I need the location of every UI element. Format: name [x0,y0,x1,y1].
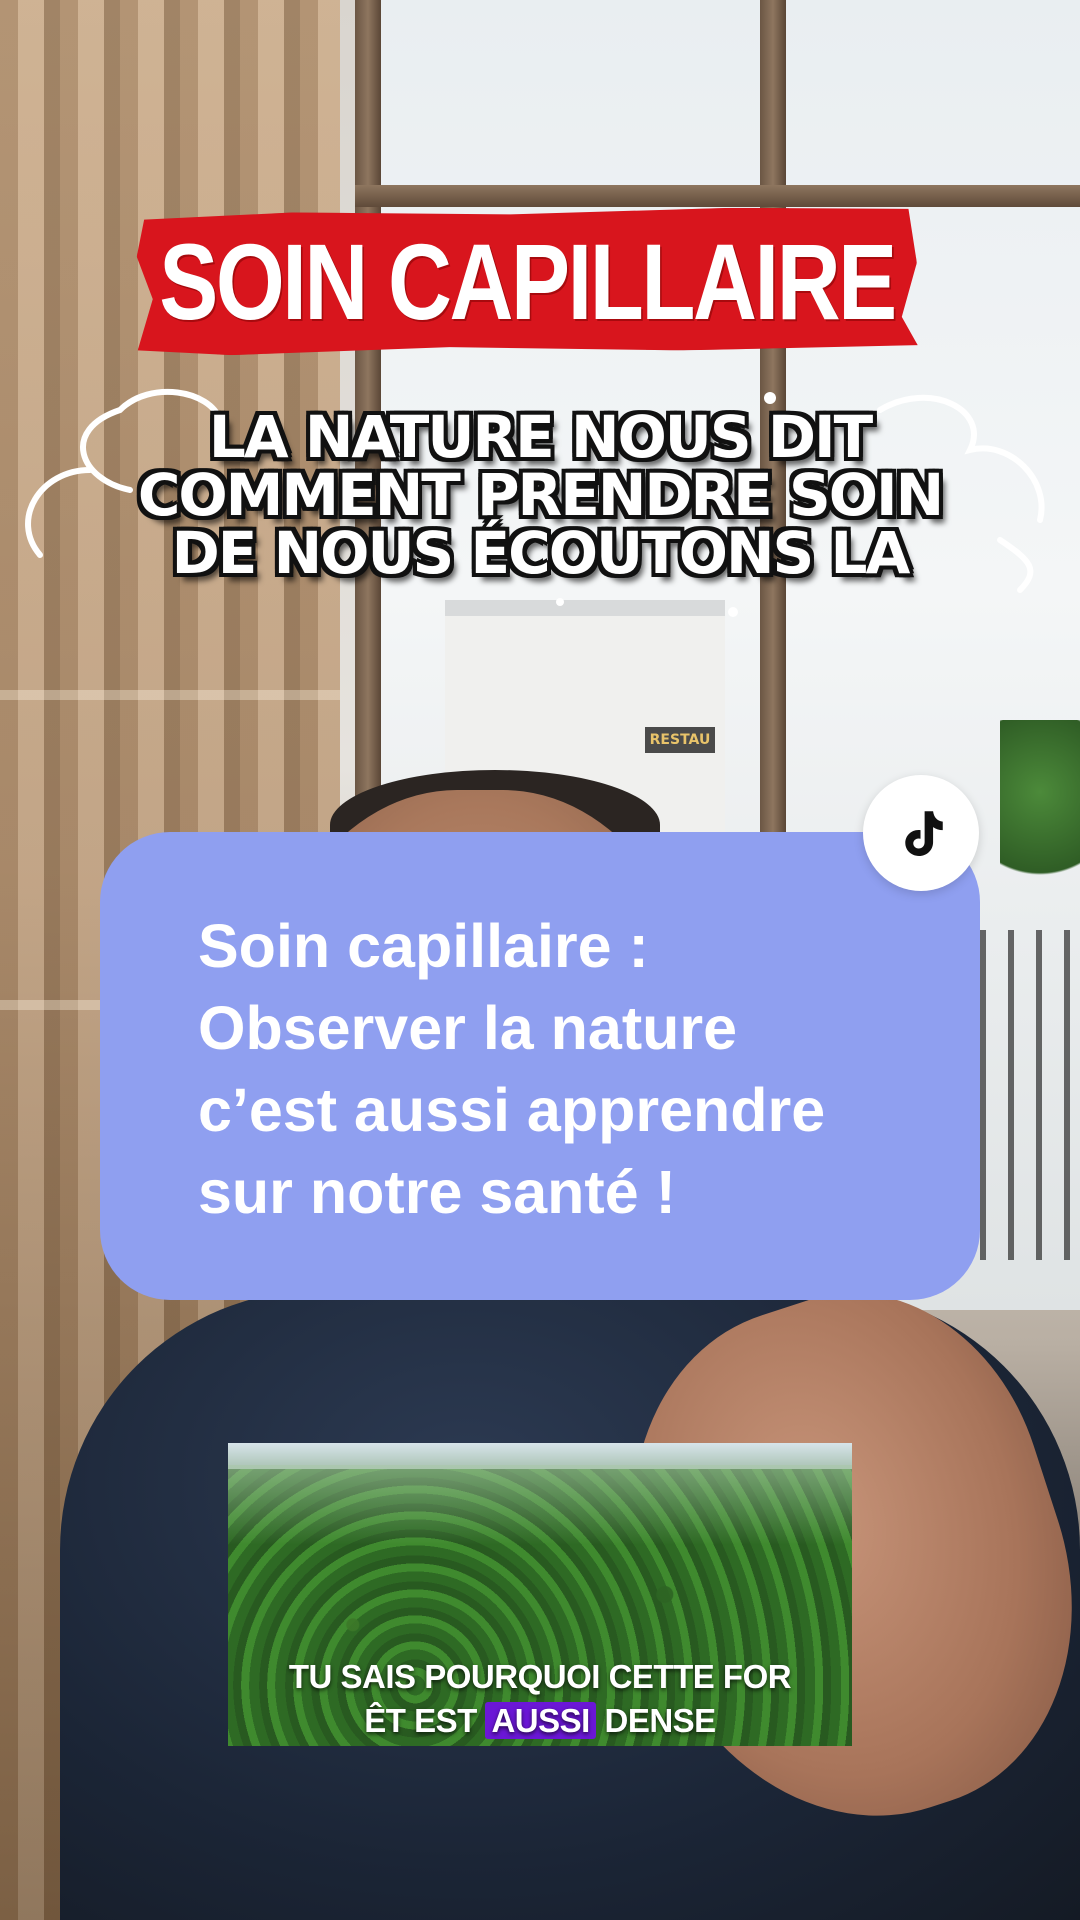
tiktok-video-frame[interactable]: RESTAU SOIN CAPILLAIRE LA NATURE NOUS DI… [0,0,1080,1920]
caption-highlight-word: AUSSI [485,1702,596,1739]
tiktok-logo-icon [905,811,943,856]
caption-word: ÊT EST [364,1702,486,1739]
caption-card-line: sur notre santé ! [198,1158,676,1226]
inset-video-caption-line: ÊT EST AUSSI DENSE [228,1699,852,1743]
inset-video-caption: TU SAIS POURQUOI CETTE FOR ÊT EST AUSSI … [228,1655,852,1743]
background-tree [1000,720,1080,900]
subtitle-line: LA NATURE NOUS DIT [208,403,873,471]
tiktok-logo-badge[interactable] [863,775,979,891]
title-banner-text: SOIN CAPILLAIRE [159,220,897,342]
subtitle-line: COMMENT PRENDRE SOIN [137,461,944,529]
caption-card-line: Soin capillaire : [198,912,649,980]
background-restaurant-sign: RESTAU [645,727,715,753]
subtitle-line: DE NOUS ÉCOUTONS LA [171,519,911,587]
caption-card-text: Soin capillaire : Observer la nature c’e… [198,905,958,1233]
background-balcony [980,930,1080,1260]
inset-video-caption-line: TU SAIS POURQUOI CETTE FOR [288,1658,792,1695]
curtain-band [0,690,340,700]
forest-haze [228,1465,852,1545]
caption-card-line: c’est aussi apprendre [198,1076,826,1144]
subtitle-caption: LA NATURE NOUS DIT COMMENT PRENDRE SOIN … [60,408,1020,582]
caption-word: DENSE [595,1702,716,1739]
caption-card-line: Observer la nature [198,994,738,1062]
window-frame-top [355,185,1080,207]
